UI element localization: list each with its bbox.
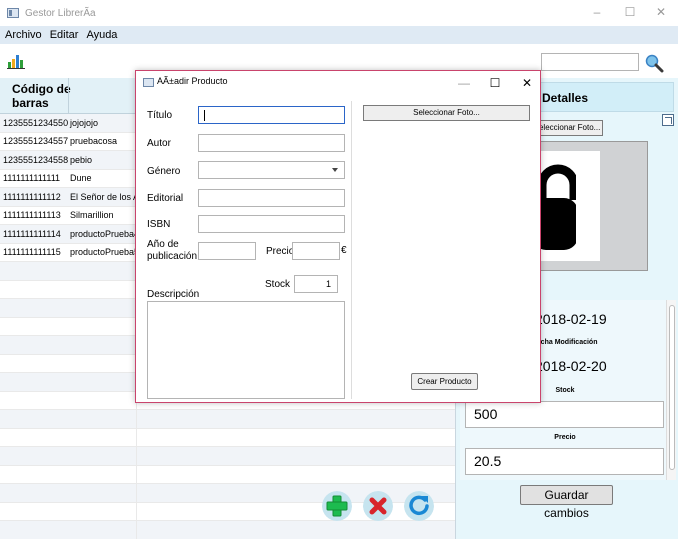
add-product-dialog: AÃ±adir Producto — ☐ ✕ Título Autor Géne… <box>135 70 541 403</box>
expand-icon[interactable] <box>662 114 674 126</box>
stock-field[interactable]: 500 <box>465 401 664 428</box>
fecha-creacion-value: 2018-02-19 <box>535 311 607 327</box>
titulo-input[interactable] <box>198 106 345 124</box>
cell-titulo: productoPrueba4 <box>70 228 136 239</box>
cell-codigo: 1111111111112 <box>3 191 61 202</box>
stock-label: Stock <box>265 279 291 290</box>
autor-input[interactable] <box>198 134 345 152</box>
cell-titulo: pebio <box>70 154 93 165</box>
close-button[interactable]: ✕ <box>651 3 671 21</box>
cell-codigo: 1235551234550 <box>3 117 68 128</box>
minimize-button[interactable]: – <box>587 3 607 21</box>
dialog-title: AÃ±adir Producto <box>157 76 228 86</box>
table-row-empty <box>0 428 455 447</box>
cell-codigo: 1235551234557 <box>3 136 68 147</box>
chart-icon[interactable] <box>7 53 25 69</box>
search-input[interactable] <box>541 53 639 71</box>
cell-codigo: 1235551234558 <box>3 154 68 165</box>
app-window-icon <box>7 8 19 18</box>
details-select-photo-button[interactable]: Seleccionar Foto... <box>531 120 603 136</box>
dialog-close-button[interactable]: ✕ <box>517 74 537 92</box>
descripcion-textarea[interactable] <box>147 301 345 399</box>
create-product-button[interactable]: Crear Producto <box>411 373 478 390</box>
cell-codigo: 1111111111113 <box>3 210 61 221</box>
dialog-maximize-button[interactable]: ☐ <box>485 74 505 92</box>
precio-label: Precio <box>266 246 295 257</box>
isbn-input[interactable] <box>198 215 345 233</box>
table-row-empty <box>0 410 455 429</box>
descripcion-label: Descripción <box>147 289 200 300</box>
genero-select[interactable] <box>198 161 345 179</box>
column-divider <box>68 78 69 114</box>
cell-titulo: Dune <box>70 173 92 184</box>
dialog-select-photo-button[interactable]: Seleccionar Foto... <box>363 105 530 121</box>
stock-input[interactable]: 1 <box>294 275 338 293</box>
cell-codigo: 1111111111111 <box>3 173 61 184</box>
cell-titulo: productoPrueba5 <box>70 247 136 258</box>
precio-field[interactable]: 20.5 <box>465 448 664 475</box>
stock-label: Stock <box>555 387 575 394</box>
window-title: Gestor LibrerÃ­a <box>25 7 96 19</box>
chevron-down-icon <box>332 168 338 172</box>
precio-input[interactable] <box>292 242 340 260</box>
table-row-empty <box>0 521 455 539</box>
maximize-button[interactable]: ☐ <box>620 3 640 21</box>
anio-label: Año de publicación <box>147 239 198 262</box>
cell-codigo: 1111111111115 <box>3 247 61 258</box>
table-row-empty <box>0 447 455 466</box>
dialog-window-icon <box>143 78 154 87</box>
genero-label: Género <box>147 166 181 177</box>
autor-label: Autor <box>147 138 171 149</box>
cell-titulo: jojojojo <box>70 117 99 128</box>
precio-label: Precio <box>554 434 576 441</box>
scrollbar-thumb[interactable] <box>669 305 675 470</box>
table-row-empty <box>0 465 455 484</box>
dialog-minimize-button[interactable]: — <box>454 74 474 92</box>
titulo-label: Título <box>147 110 173 121</box>
isbn-label: ISBN <box>147 219 171 230</box>
menu-editar[interactable]: Editar <box>50 29 79 41</box>
search-icon[interactable] <box>644 53 664 73</box>
fecha-modificacion-value: 2018-02-20 <box>535 358 607 374</box>
cell-titulo: pruebacosa <box>70 136 118 147</box>
menu-archivo[interactable]: Archivo <box>5 29 42 41</box>
text-cursor <box>204 110 205 121</box>
refresh-button[interactable] <box>404 491 434 521</box>
cell-titulo: Silmarillion <box>70 210 114 221</box>
add-product-button[interactable] <box>322 491 352 521</box>
editorial-label: Editorial <box>147 193 184 204</box>
cell-titulo: El Señor de los An <box>70 191 136 202</box>
menu-bar: Archivo Editar Ayuda <box>0 26 678 44</box>
menu-ayuda[interactable]: Ayuda <box>86 29 117 41</box>
cell-codigo: 1111111111114 <box>3 228 61 239</box>
details-scrollbar[interactable] <box>666 300 676 480</box>
dialog-titlebar: AÃ±adir Producto — ☐ ✕ <box>136 71 540 95</box>
window-titlebar: Gestor LibrerÃ­a <box>0 0 678 26</box>
anio-input[interactable] <box>198 242 256 260</box>
editorial-input[interactable] <box>198 189 345 207</box>
delete-product-button[interactable] <box>363 491 393 521</box>
currency-symbol: € <box>341 245 347 256</box>
dialog-divider <box>351 101 352 399</box>
column-header-codigo[interactable]: Código de barras <box>12 82 72 110</box>
save-changes-button[interactable]: Guardar cambios <box>520 485 613 520</box>
